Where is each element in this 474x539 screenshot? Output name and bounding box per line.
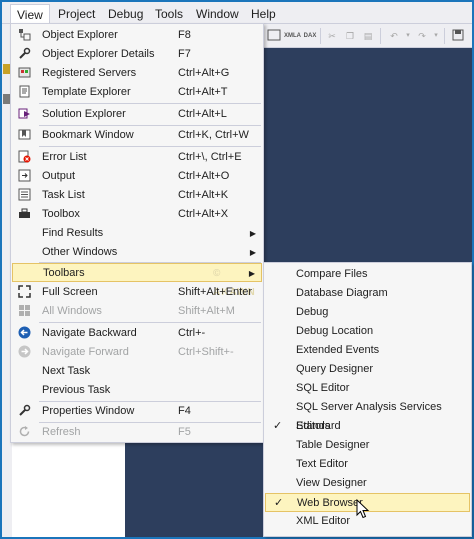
navigate-backward-icon	[17, 326, 31, 340]
submenu-arrow-icon: ▶	[249, 248, 256, 257]
wrench-icon	[17, 47, 31, 61]
toolbar-option-debug-location[interactable]: Debug Location	[265, 322, 470, 341]
menu-view[interactable]: View	[10, 4, 50, 24]
toolbar-dax-icon[interactable]: DAX	[302, 28, 318, 44]
task-list-icon	[17, 188, 31, 202]
toolbar-option-database-diagram[interactable]: Database Diagram	[265, 284, 470, 303]
menu-item-other-windows[interactable]: Other Windows ▶	[12, 243, 262, 262]
toolbar-option-table-designer[interactable]: Table Designer	[265, 436, 470, 455]
toolbars-submenu: Compare Files Database Diagram Debug Deb…	[263, 262, 472, 537]
output-icon	[17, 169, 31, 183]
menu-item-task-list[interactable]: Task List Ctrl+Alt+K	[12, 186, 262, 205]
save-all-icon[interactable]	[450, 28, 466, 44]
properties-wrench-icon	[17, 404, 31, 418]
view-menu-dropdown: Object Explorer F8 Object Explorer Detai…	[10, 23, 264, 443]
bookmark-icon	[17, 128, 31, 142]
menu-item-bookmark-window[interactable]: Bookmark Window Ctrl+K, Ctrl+W	[12, 126, 262, 145]
menu-item-navigate-forward: Navigate Forward Ctrl+Shift+-	[12, 343, 262, 362]
toolbar-option-extended-events[interactable]: Extended Events	[265, 341, 470, 360]
menu-tools[interactable]: Tools	[149, 4, 189, 24]
toolbar-option-sql-editor[interactable]: SQL Editor	[265, 379, 470, 398]
menu-item-properties-window[interactable]: Properties Window F4	[12, 402, 262, 421]
template-explorer-icon	[17, 85, 31, 99]
menu-separator	[39, 146, 261, 147]
error-list-icon	[17, 150, 31, 164]
toolbar-option-view-designer[interactable]: View Designer	[265, 474, 470, 493]
menu-item-solution-explorer[interactable]: Solution Explorer Ctrl+Alt+L	[12, 105, 262, 124]
cut-icon[interactable]: ✂	[324, 28, 340, 44]
menu-item-error-list[interactable]: Error List Ctrl+\, Ctrl+E	[12, 148, 262, 167]
submenu-arrow-icon: ▶	[248, 269, 255, 278]
mouse-cursor-icon	[356, 498, 370, 519]
toolbar-option-ssas-editors[interactable]: SQL Server Analysis Services Editors	[265, 398, 470, 432]
toolbar-separator	[380, 28, 381, 44]
menu-help[interactable]: Help	[245, 4, 282, 24]
menu-item-all-windows: All Windows Shift+Alt+M	[12, 302, 262, 321]
refresh-icon	[17, 425, 31, 439]
all-windows-icon	[17, 304, 31, 318]
menu-item-toolbox[interactable]: Toolbox Ctrl+Alt+X	[12, 205, 262, 224]
menu-item-template-explorer[interactable]: Template Explorer Ctrl+Alt+T	[12, 83, 262, 102]
menu-item-object-explorer-details[interactable]: Object Explorer Details F7	[12, 45, 262, 64]
menu-item-navigate-backward[interactable]: Navigate Backward Ctrl+-	[12, 324, 262, 343]
registered-servers-icon	[17, 66, 31, 80]
menu-item-next-task[interactable]: Next Task	[12, 362, 262, 381]
menu-window[interactable]: Window	[190, 4, 245, 24]
object-explorer-icon	[17, 28, 31, 42]
toolbox-icon	[17, 207, 31, 221]
menu-item-refresh: Refresh F5	[12, 423, 262, 442]
toolbar-query-icon[interactable]	[266, 28, 282, 44]
full-screen-icon	[17, 285, 31, 299]
toolbar-option-compare-files[interactable]: Compare Files	[265, 265, 470, 284]
menu-item-find-results[interactable]: Find Results ▶	[12, 224, 262, 243]
submenu-arrow-icon: ▶	[249, 229, 256, 238]
menu-item-registered-servers[interactable]: Registered Servers Ctrl+Alt+G	[12, 64, 262, 83]
toolbar-option-debug[interactable]: Debug	[265, 303, 470, 322]
toolbar-option-text-editor[interactable]: Text Editor	[265, 455, 470, 474]
menu-separator	[39, 322, 261, 323]
checkmark-icon: ✓	[273, 420, 283, 432]
toolbar-xmla-icon[interactable]: XMLA	[284, 28, 301, 44]
menu-item-object-explorer[interactable]: Object Explorer F8	[12, 26, 262, 45]
menu-item-output[interactable]: Output Ctrl+Alt+O	[12, 167, 262, 186]
menu-project[interactable]: Project	[52, 4, 101, 24]
copy-icon[interactable]: ❐	[342, 28, 358, 44]
redo-dropdown-icon[interactable]: ▾	[428, 28, 444, 44]
paste-icon[interactable]: ▤	[360, 28, 376, 44]
menu-debug[interactable]: Debug	[102, 4, 149, 24]
toolbar-separator	[444, 28, 445, 44]
solution-explorer-icon	[17, 107, 31, 121]
toolbar-option-standard[interactable]: ✓ Standard	[265, 417, 470, 436]
menu-separator	[39, 103, 261, 104]
checkmark-icon: ✓	[274, 497, 284, 509]
menu-item-full-screen[interactable]: Full Screen Shift+Alt+Enter	[12, 283, 262, 302]
toolbar-option-query-designer[interactable]: Query Designer	[265, 360, 470, 379]
menu-bar: View Project Debug Tools Window Help	[2, 2, 472, 24]
standard-toolbar: XMLA DAX ✂ ❐ ▤ ↶ ▾ ↷ ▾	[262, 24, 472, 48]
navigate-forward-icon	[17, 345, 31, 359]
menu-item-previous-task[interactable]: Previous Task	[12, 381, 262, 400]
toolbar-separator	[320, 28, 321, 44]
menu-item-toolbars[interactable]: Toolbars © AKAWN ▶	[12, 263, 262, 298]
